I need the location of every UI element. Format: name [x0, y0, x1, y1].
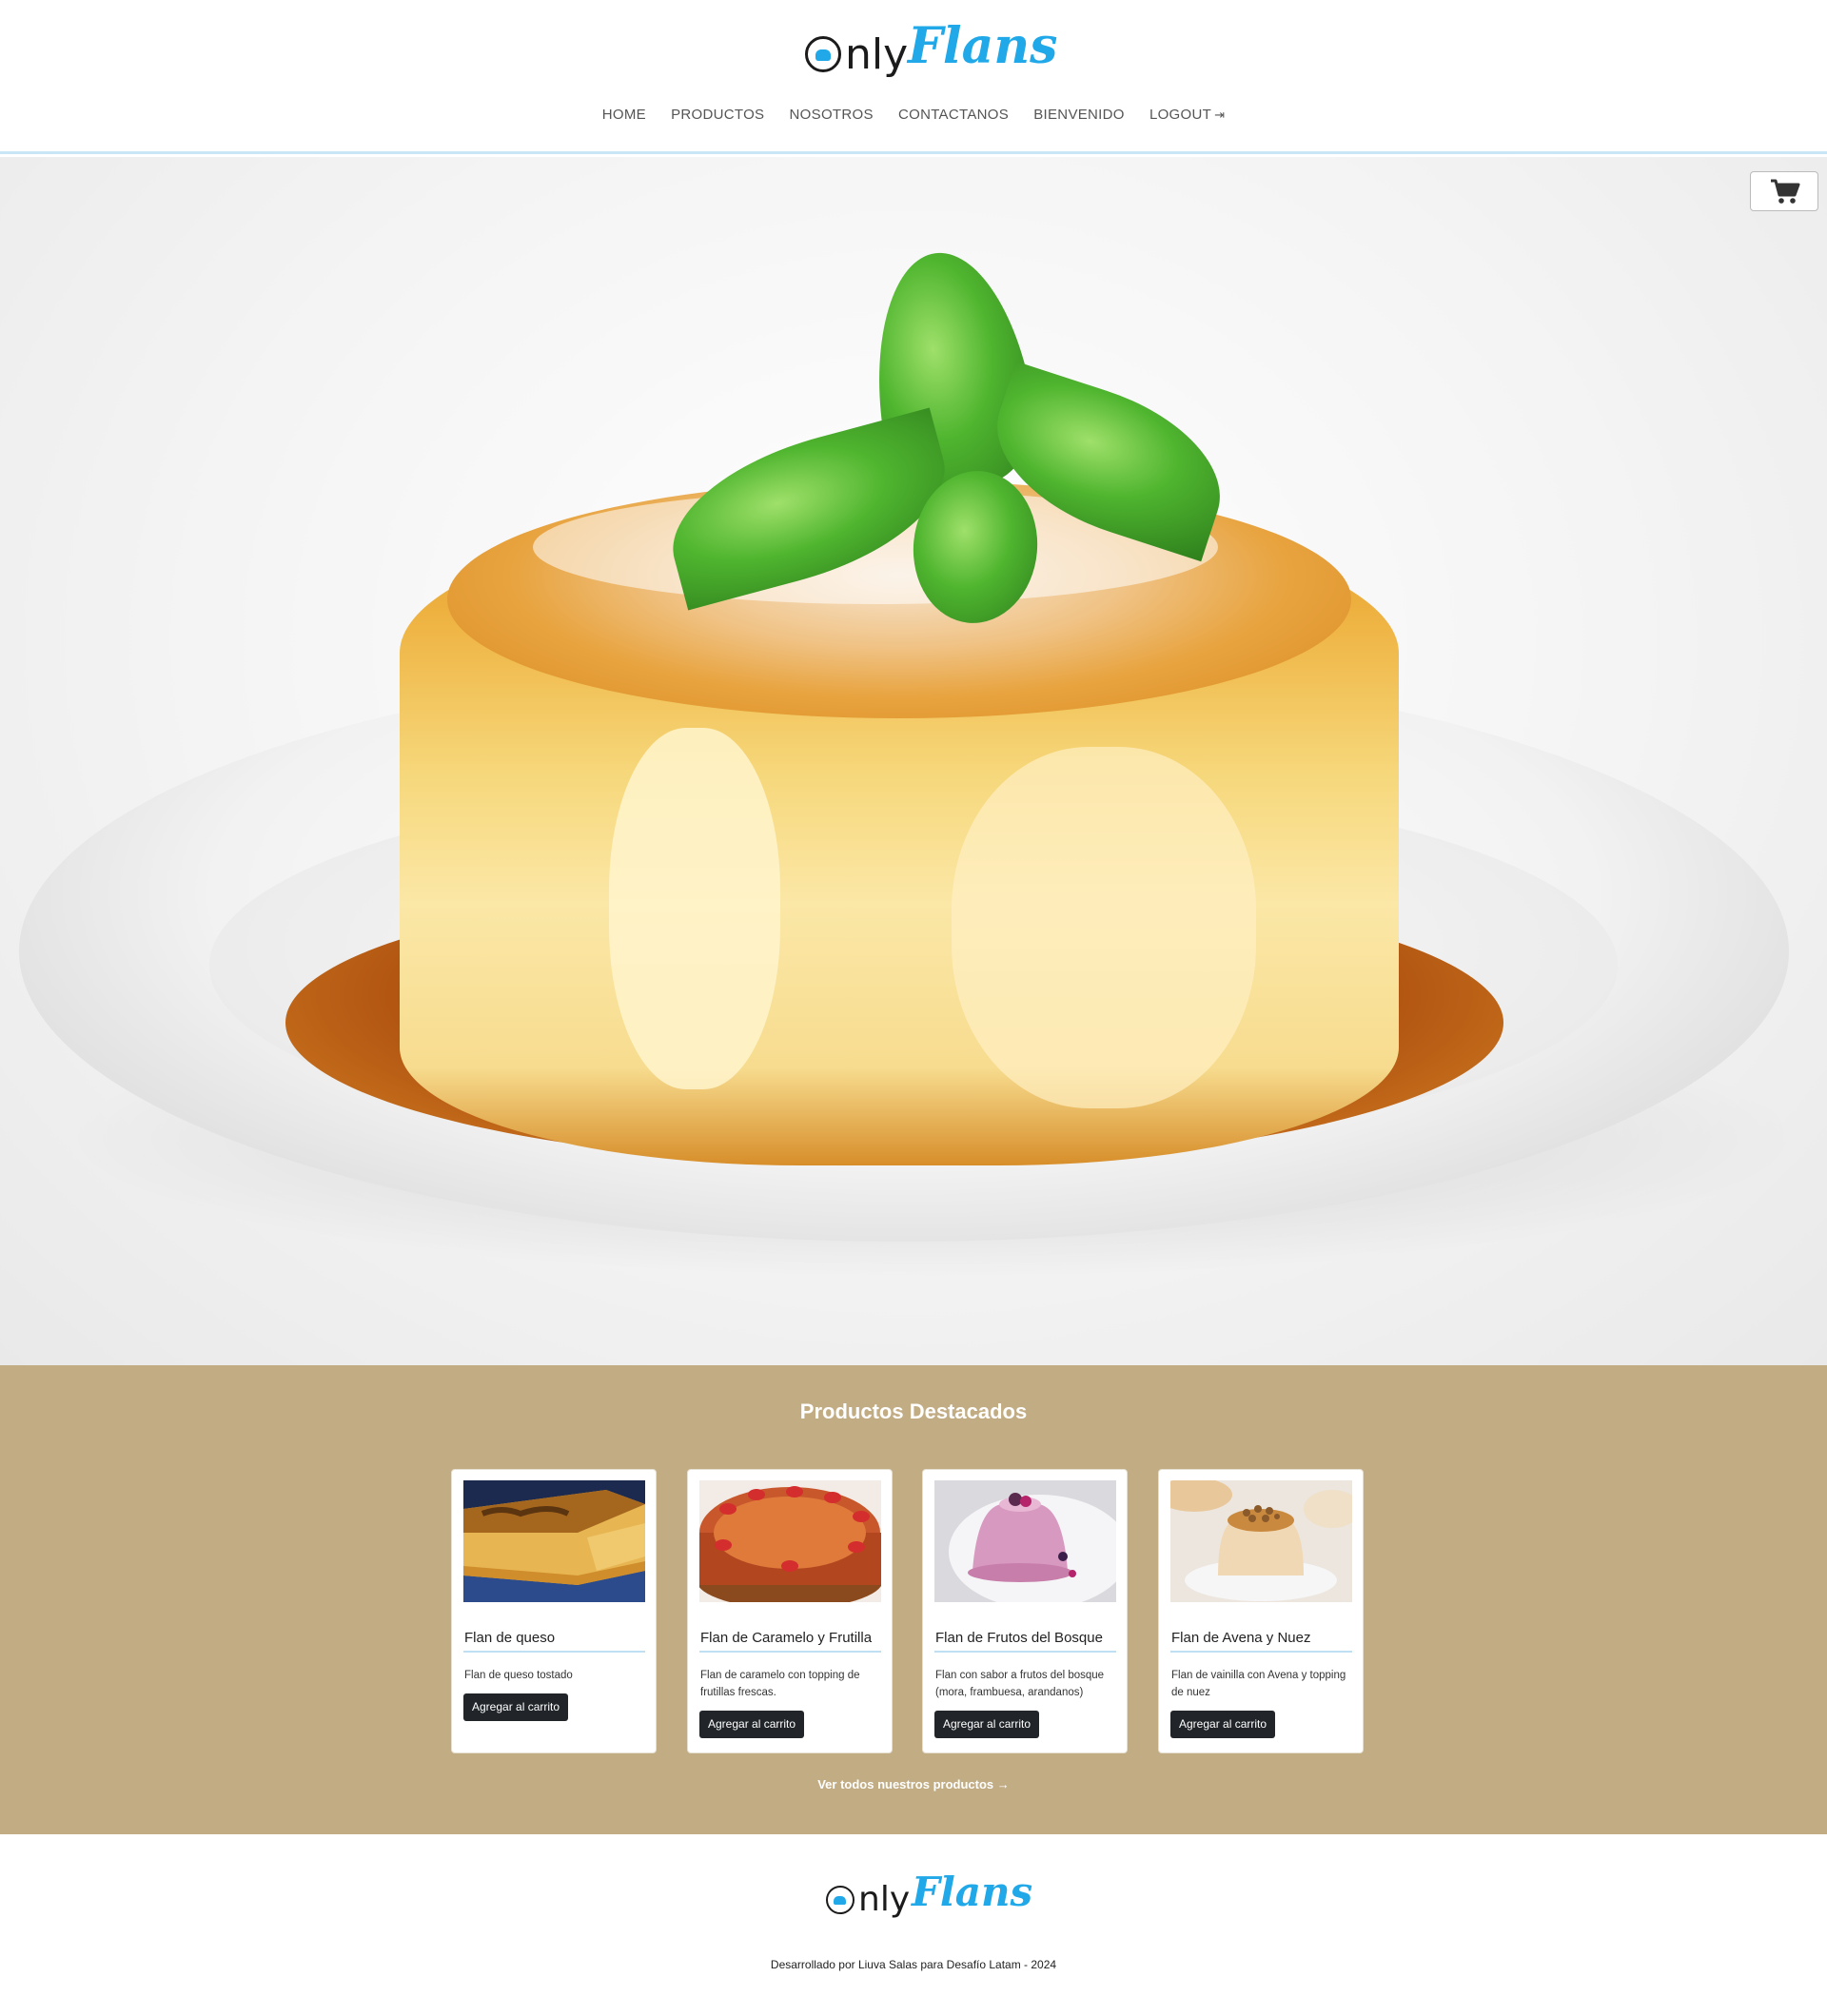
flan-highlight: [609, 728, 780, 1089]
divider: [699, 1651, 881, 1653]
footer-logo: nly Flans: [824, 1869, 1032, 1926]
add-to-cart-button[interactable]: Agregar al carrito: [463, 1693, 569, 1721]
nav-contactanos[interactable]: CONTACTANOS: [898, 107, 1009, 123]
footer-credit: Desarrollado por Liuva Salas para Desafí…: [770, 1958, 1057, 1971]
divider: [934, 1651, 1116, 1653]
nav-home[interactable]: HOME: [602, 107, 646, 123]
product-description: Flan de vainilla con Avena y topping de …: [1171, 1670, 1346, 1698]
product-title: Flan de Avena y Nuez: [1171, 1630, 1311, 1646]
divider: [1170, 1651, 1352, 1653]
see-all-label: Ver todos nuestros productos: [817, 1777, 994, 1791]
brand-word-flans: Flans: [912, 1869, 1033, 1915]
product-title: Flan de Caramelo y Frutilla: [700, 1630, 873, 1646]
product-image: [1170, 1480, 1352, 1602]
shopping-cart-icon: [1771, 179, 1800, 204]
see-all-products-link[interactable]: Ver todos nuestros productos →: [0, 1777, 1827, 1791]
add-to-cart-button[interactable]: Agregar al carrito: [699, 1711, 805, 1738]
brand-word-flans: Flans: [908, 17, 1058, 75]
product-title: Flan de Frutos del Bosque: [935, 1630, 1103, 1646]
nav-bienvenido[interactable]: BIENVENIDO: [1033, 107, 1125, 123]
add-to-cart-button[interactable]: Agregar al carrito: [934, 1711, 1040, 1738]
nav-productos[interactable]: PRODUCTOS: [671, 107, 764, 123]
product-image: [463, 1480, 645, 1602]
flan-highlight: [952, 747, 1256, 1108]
product-card: Flan de Frutos del Bosque Flan con sabor…: [922, 1469, 1128, 1753]
product-card: Flan de Caramelo y Frutilla Flan de cara…: [687, 1469, 893, 1753]
hero-image: [0, 157, 1827, 1365]
product-title: Flan de queso: [464, 1630, 556, 1646]
section-title: Productos Destacados: [799, 1399, 1028, 1423]
product-description: Flan de queso tostado: [464, 1670, 573, 1681]
product-image: [699, 1480, 881, 1602]
nav-logout-label: LOGOUT: [1149, 107, 1212, 123]
product-card: Flan de queso Flan de queso tostado Agre…: [451, 1469, 657, 1753]
brand-logo[interactable]: nly Flans: [803, 17, 1057, 84]
product-description: Flan de caramelo con topping de frutilla…: [700, 1670, 860, 1698]
add-to-cart-button[interactable]: Agregar al carrito: [1170, 1711, 1276, 1738]
nav-logout[interactable]: LOGOUT ⇥: [1149, 107, 1225, 123]
sign-out-icon: ⇥: [1214, 108, 1226, 122]
site-footer: nly Flans Desarrollado por Liuva Salas p…: [0, 1834, 1827, 2016]
nav-nosotros[interactable]: NOSOTROS: [790, 107, 874, 123]
product-description: Flan con sabor a frutos del bosque (mora…: [935, 1670, 1105, 1698]
flan-logo-icon: [805, 36, 841, 72]
cart-button[interactable]: [1750, 171, 1818, 211]
brand-word-only: nly: [858, 1880, 911, 1919]
divider: [463, 1651, 645, 1653]
arrow-right-icon: →: [996, 1777, 1010, 1791]
brand-word-only: nly: [845, 30, 909, 79]
product-card: Flan de Avena y Nuez Flan de vainilla co…: [1158, 1469, 1364, 1753]
product-image: [934, 1480, 1116, 1602]
featured-products-section: Productos Destacados Flan de queso Flan …: [0, 1365, 1827, 1834]
main-nav: HOME PRODUCTOS NOSOTROS CONTACTANOS BIEN…: [0, 107, 1827, 123]
site-header: nly Flans HOME PRODUCTOS NOSOTROS CONTAC…: [0, 0, 1827, 154]
flan-logo-icon: [826, 1886, 855, 1914]
